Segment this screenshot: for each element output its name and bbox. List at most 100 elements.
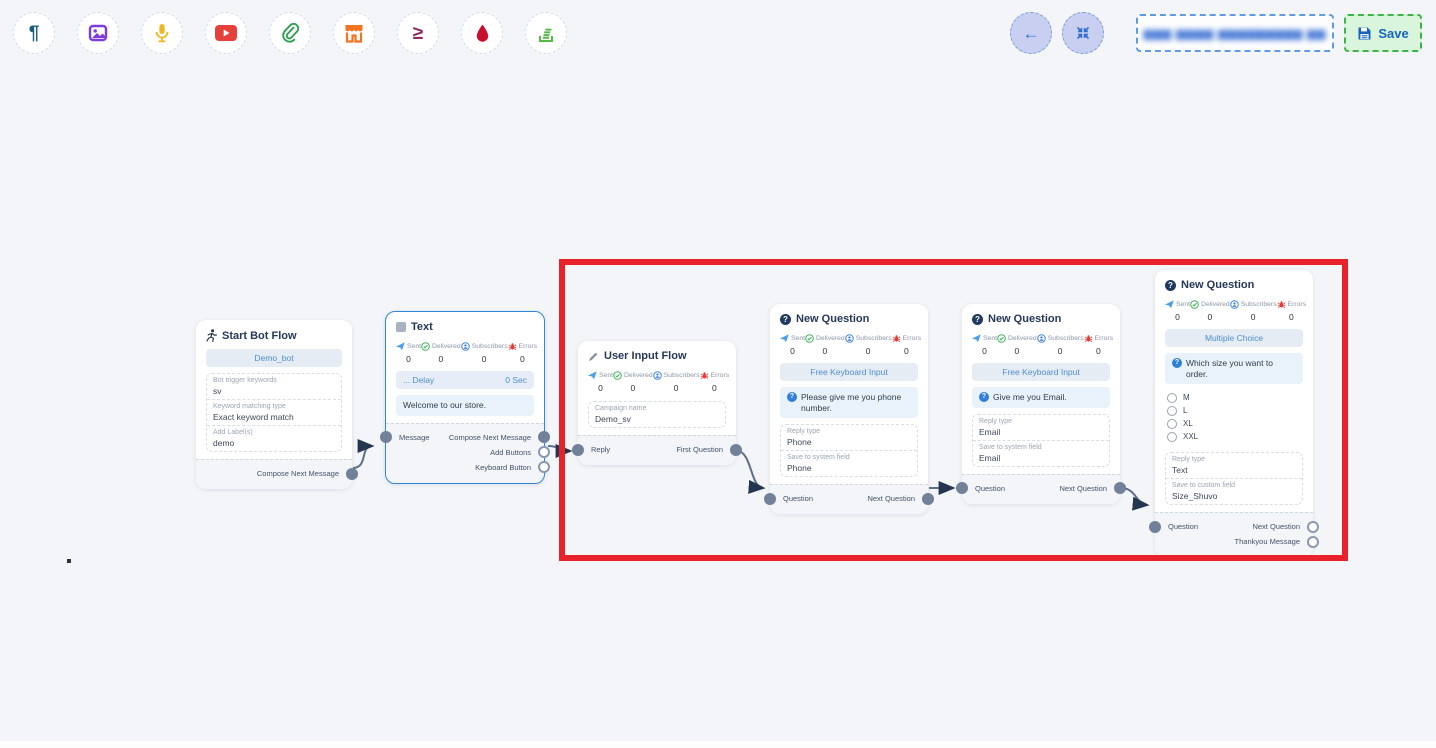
save-button[interactable]: Save: [1344, 14, 1422, 52]
radio-icon: [1167, 419, 1177, 429]
option-l[interactable]: L: [1167, 405, 1301, 416]
youtube-icon: [215, 25, 237, 41]
node-user-input-flow[interactable]: User Input Flow Sent 0 Delivered 0 Subsc…: [578, 341, 736, 465]
node-text[interactable]: Text Sent 0 Delivered 0 Subscribers 0 Er…: [385, 311, 545, 484]
drip-component-button[interactable]: [461, 12, 503, 54]
question-type-button[interactable]: Free Keyboard Input: [780, 363, 918, 381]
message-content: Give me you Email.: [993, 392, 1067, 403]
field-reply-type[interactable]: Reply type Phone: [781, 425, 917, 450]
node-title-text: New Question: [988, 313, 1061, 325]
port-question-in[interactable]: [1149, 521, 1161, 533]
option-label: L: [1183, 406, 1187, 415]
node-title-text: New Question: [796, 313, 869, 325]
option-xxl[interactable]: XXL: [1167, 431, 1301, 442]
node-title: User Input Flow: [578, 341, 736, 364]
field-save-to-system-field[interactable]: Save to system field Email: [973, 440, 1109, 466]
question-message[interactable]: ? Give me you Email.: [972, 387, 1110, 408]
question-type-button[interactable]: Free Keyboard Input: [972, 363, 1110, 381]
stat-errors: Errors 0: [508, 342, 538, 364]
field-label: Reply type: [1172, 456, 1296, 463]
field-value: Exact keyword match: [213, 412, 335, 422]
ecommerce-component-button[interactable]: [333, 12, 375, 54]
condition-component-button[interactable]: ≥: [397, 12, 439, 54]
flow-builder-canvas[interactable]: ¶: [0, 0, 1436, 748]
sent-icon: [588, 371, 597, 380]
image-component-button[interactable]: [77, 12, 119, 54]
port-compose-next-message[interactable]: [538, 431, 550, 443]
field-add-labels[interactable]: Add Label(s) demo: [207, 425, 341, 451]
stat-delivered: Delivered 0: [997, 334, 1037, 356]
port-next-question[interactable]: [922, 493, 934, 505]
port-thankyou-message[interactable]: [1307, 536, 1319, 548]
message-text[interactable]: Welcome to our store.: [396, 395, 534, 416]
option-label: XXL: [1183, 432, 1198, 441]
topbar-right-controls: ← ▆▆▆ ▆▆▆▆ ▆▆▆▆▆▆▆▆▆ ▆▆: [1010, 12, 1422, 54]
save-label: Save: [1378, 26, 1408, 41]
port-first-question[interactable]: [730, 444, 742, 456]
port-label-question: Question: [1168, 522, 1198, 531]
field-campaign-name[interactable]: Campaign name Demo_sv: [589, 402, 725, 427]
field-label: Keyword matching type: [213, 403, 335, 410]
option-xl[interactable]: XL: [1167, 418, 1301, 429]
stats-row: Sent 0 Delivered 0 Subscribers 0 Errors …: [1155, 293, 1313, 324]
node-footer: Compose Next Message: [196, 459, 352, 489]
port-next-question[interactable]: [1114, 482, 1126, 494]
file-component-button[interactable]: [269, 12, 311, 54]
field-save-to-custom-field[interactable]: Save to custom field Size_Shuvo: [1166, 478, 1302, 504]
port-add-buttons[interactable]: [538, 446, 550, 458]
port-message-in[interactable]: [380, 431, 392, 443]
audio-component-button[interactable]: [141, 12, 183, 54]
option-label: M: [1183, 393, 1190, 402]
question-message[interactable]: ? Which size you want to order.: [1165, 353, 1303, 384]
port-question-in[interactable]: [956, 482, 968, 494]
node-new-question-size[interactable]: ? New Question Sent 0 Delivered 0 Subscr…: [1155, 270, 1313, 557]
delivered-icon: [805, 334, 814, 343]
delay-setting[interactable]: ... Delay 0 Sec: [396, 371, 534, 389]
port-next-question[interactable]: [1307, 521, 1319, 533]
stat-subscribers: Subscribers 0: [1230, 300, 1277, 322]
option-label: XL: [1183, 419, 1193, 428]
running-person-icon: [206, 329, 217, 342]
field-reply-type[interactable]: Reply type Email: [973, 415, 1109, 440]
field-reply-type[interactable]: Reply type Text: [1166, 453, 1302, 478]
node-start-bot-flow[interactable]: Start Bot Flow Demo_bot Bot trigger keyw…: [196, 320, 352, 489]
field-label: Add Label(s): [213, 429, 335, 436]
stat-errors: Errors 0: [1084, 334, 1114, 356]
port-keyboard-button[interactable]: [538, 461, 550, 473]
message-content: Welcome to our store.: [403, 400, 486, 411]
flow-name-input[interactable]: ▆▆▆ ▆▆▆▆ ▆▆▆▆▆▆▆▆▆ ▆▆: [1136, 14, 1334, 52]
field-label: Save to system field: [787, 454, 911, 461]
campaign-fields: Campaign name Demo_sv: [588, 401, 726, 428]
stat-sent: Sent 0: [780, 334, 805, 356]
option-m[interactable]: M: [1167, 392, 1301, 403]
fit-view-button[interactable]: [1062, 12, 1104, 54]
sequence-component-button[interactable]: [525, 12, 567, 54]
text-component-button[interactable]: ¶: [13, 12, 55, 54]
field-value: Demo_sv: [595, 414, 719, 424]
delivered-icon: [421, 342, 430, 351]
port-compose-next-message[interactable]: [346, 468, 358, 480]
question-mark-icon: ?: [979, 392, 989, 402]
bot-name-button[interactable]: Demo_bot: [206, 349, 342, 367]
stat-delivered: Delivered 0: [805, 334, 845, 356]
back-button[interactable]: ←: [1010, 12, 1052, 54]
field-label: Reply type: [979, 418, 1103, 425]
port-label-keyboard-button: Keyboard Button: [475, 463, 531, 472]
video-component-button[interactable]: [205, 12, 247, 54]
node-title-text: Text: [411, 321, 433, 333]
port-reply-in[interactable]: [572, 444, 584, 456]
field-bot-trigger-keywords[interactable]: Bot trigger keywords sv: [207, 374, 341, 399]
question-type-button[interactable]: Multiple Choice: [1165, 329, 1303, 347]
field-save-to-system-field[interactable]: Save to system field Phone: [781, 450, 917, 476]
delay-label: ... Delay: [403, 375, 434, 385]
stats-row: Sent 0 Delivered 0 Subscribers 0 Errors …: [578, 364, 736, 395]
question-message[interactable]: ? Please give me you phone number.: [780, 387, 918, 418]
port-question-in[interactable]: [764, 493, 776, 505]
node-footer: Question Next Question Thankyou Message: [1155, 512, 1313, 557]
field-keyword-matching-type[interactable]: Keyword matching type Exact keyword matc…: [207, 399, 341, 425]
droplet-icon: [475, 24, 490, 43]
node-new-question-phone[interactable]: ? New Question Sent 0 Delivered 0 Subscr…: [770, 304, 928, 514]
delivered-icon: [1190, 300, 1199, 309]
node-new-question-email[interactable]: ? New Question Sent 0 Delivered 0 Subscr…: [962, 304, 1120, 504]
port-label-reply: Reply: [591, 445, 610, 454]
